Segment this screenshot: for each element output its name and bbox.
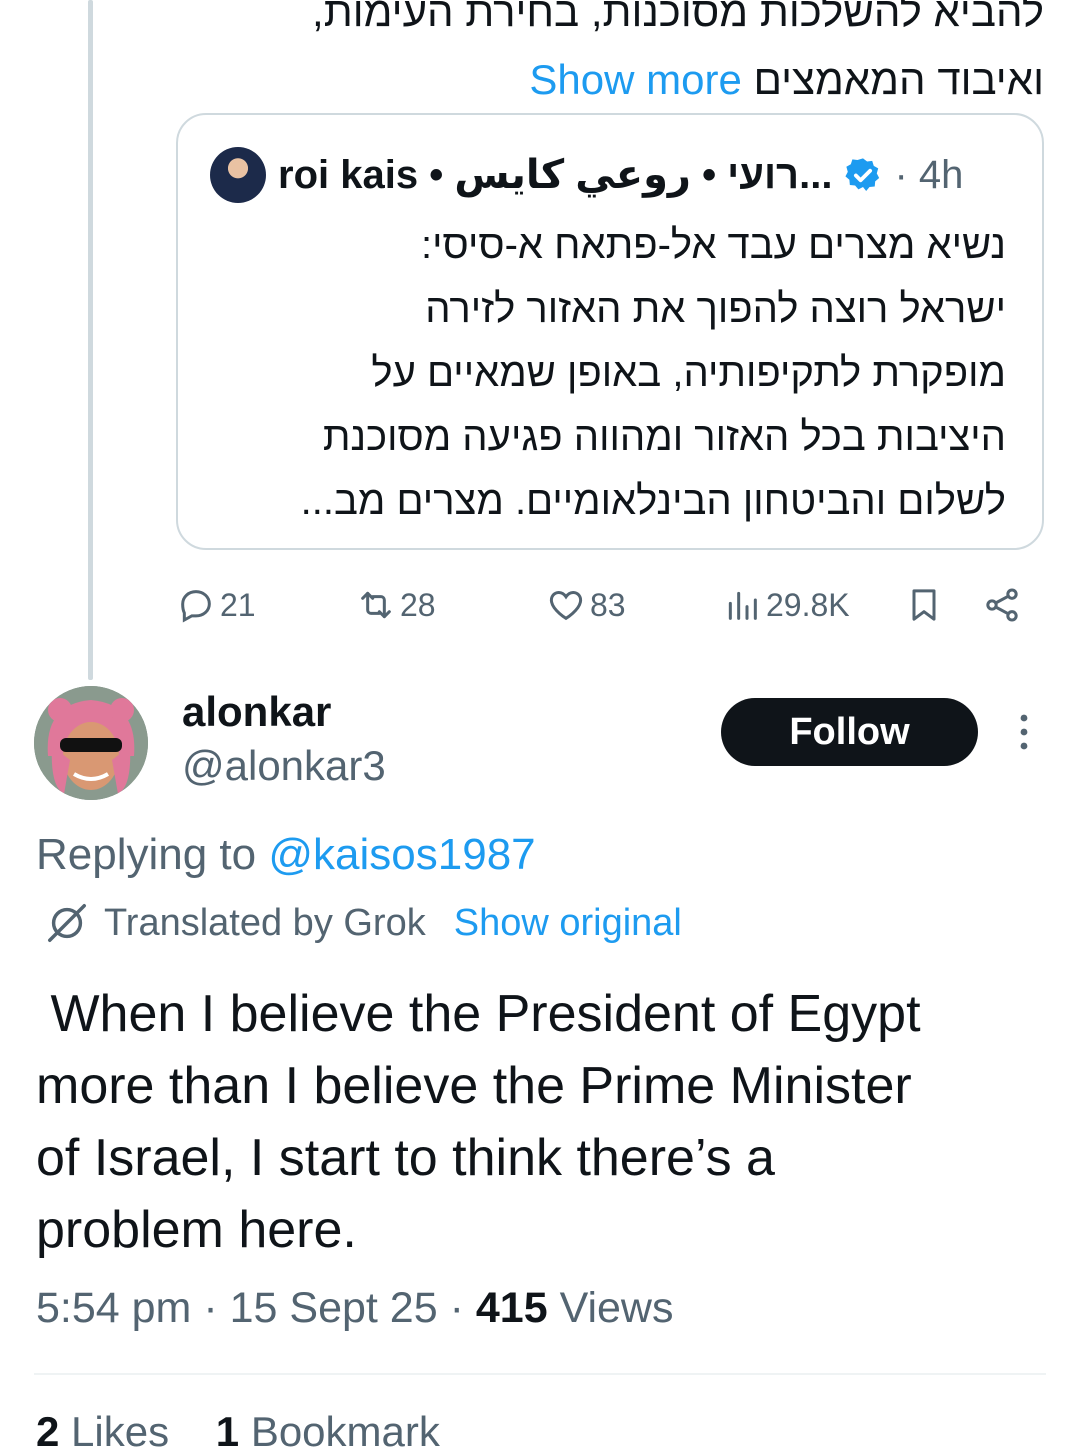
translation-notice: Translated by Grok Show original bbox=[44, 900, 682, 946]
engagement-row: 2 Likes 1 Bookmark bbox=[36, 1408, 440, 1456]
share-button[interactable] bbox=[982, 575, 1022, 635]
follow-button[interactable]: Follow bbox=[721, 698, 978, 766]
quoted-author-name[interactable]: roi kais • רועי • روعي كايس... bbox=[278, 152, 832, 198]
tweet-time[interactable]: 5:54 pm bbox=[36, 1284, 191, 1332]
quoted-body-line: נשיא מצרים עבד אל-פתאח א-סיסי: bbox=[421, 223, 1006, 267]
meta-separator: · bbox=[203, 1284, 218, 1332]
bookmark-icon bbox=[912, 589, 936, 621]
replying-to-mention[interactable]: @kaisos1987 bbox=[268, 830, 535, 879]
divider bbox=[34, 1373, 1046, 1375]
bookmarks-label: Bookmark bbox=[250, 1408, 440, 1455]
views-chart-icon bbox=[728, 591, 757, 620]
reply-icon bbox=[181, 590, 211, 623]
like-count: 83 bbox=[590, 586, 626, 623]
quoted-tweet-body: נשיא מצרים עבד אל-פתאח א-סיסי: ישראל רוצ… bbox=[216, 213, 1006, 533]
replying-to-label: Replying to bbox=[36, 830, 257, 879]
show-more-link[interactable]: Show more bbox=[529, 56, 741, 103]
tweet-views-count: 415 bbox=[475, 1284, 548, 1332]
time-separator: · bbox=[894, 152, 908, 197]
quoted-body-line: מופקרת לתקיפותיה, באופן שמאיים על bbox=[371, 351, 1006, 395]
reply-button[interactable]: 21 bbox=[176, 575, 256, 635]
repost-icon bbox=[361, 591, 391, 619]
views-count: 29.8K bbox=[766, 586, 850, 623]
quoted-tweet-card[interactable]: roi kais • רועי • روعي كايس... · 4h נשיא… bbox=[176, 113, 1044, 550]
tweet-meta: 5:54 pm · 15 Sept 25 · 415 Views bbox=[36, 1284, 674, 1333]
show-original-link[interactable]: Show original bbox=[454, 902, 682, 945]
quoted-body-line: לשלום והביטחון הבינלאומיים. מצרים מב... bbox=[300, 479, 1006, 523]
tweet-text: When I believe the President of Egypt mo… bbox=[36, 985, 921, 1259]
author-handle[interactable]: @alonkar3 bbox=[182, 742, 386, 790]
author-display-name[interactable]: alonkar bbox=[182, 688, 331, 736]
bookmarks-count: 1 bbox=[215, 1408, 240, 1455]
replying-to-line: Replying to @kaisos1987 bbox=[36, 830, 536, 880]
likes-count[interactable]: 2 bbox=[36, 1408, 59, 1455]
previous-tweet-partial-line: להביא להשלכות מסוכנות, בחירת העימות, bbox=[312, 0, 1044, 35]
quoted-tweet-time: · 4h bbox=[894, 153, 963, 198]
quoted-time-value: 4h bbox=[918, 152, 964, 197]
tweet-views-label: Views bbox=[559, 1284, 674, 1332]
repost-button[interactable]: 28 bbox=[356, 575, 436, 635]
quoted-body-line: היציבות בכל האזור ומהווה פגיעה מסוכנת bbox=[322, 415, 1006, 459]
share-icon bbox=[986, 588, 1018, 622]
likes-label[interactable]: Likes bbox=[71, 1408, 169, 1455]
thread-connector-line bbox=[88, 0, 93, 680]
quoted-author-avatar[interactable] bbox=[210, 147, 266, 203]
verified-badge-icon bbox=[845, 158, 880, 191]
avatar-photo bbox=[34, 686, 148, 800]
like-button[interactable]: 83 bbox=[546, 575, 626, 635]
quoted-body-line: ישראל רוצה להפוך את האזור לזירה bbox=[425, 287, 1006, 331]
repost-count: 28 bbox=[400, 586, 436, 623]
tweet-date[interactable]: 15 Sept 25 bbox=[230, 1284, 438, 1332]
previous-tweet-last-line: ואיבוד המאמצים bbox=[753, 56, 1044, 103]
bookmark-button[interactable] bbox=[904, 575, 944, 635]
meta-separator: · bbox=[449, 1284, 464, 1332]
translated-by-label: Translated by Grok bbox=[104, 901, 426, 944]
quoted-tweet-header: roi kais • רועי • روعي كايس... · 4h bbox=[210, 145, 963, 205]
grok-icon bbox=[48, 904, 86, 942]
more-options-icon[interactable] bbox=[1012, 712, 1036, 752]
author-avatar[interactable] bbox=[34, 686, 148, 800]
views-button[interactable]: 29.8K bbox=[722, 575, 850, 635]
previous-tweet-action-bar: 21 28 83 29.8K bbox=[176, 575, 1036, 635]
previous-tweet-text: להביא להשלכות מסוכנות, בחירת העימות, ואי… bbox=[164, 0, 1044, 114]
reply-count: 21 bbox=[220, 586, 256, 623]
heart-icon bbox=[549, 590, 583, 621]
